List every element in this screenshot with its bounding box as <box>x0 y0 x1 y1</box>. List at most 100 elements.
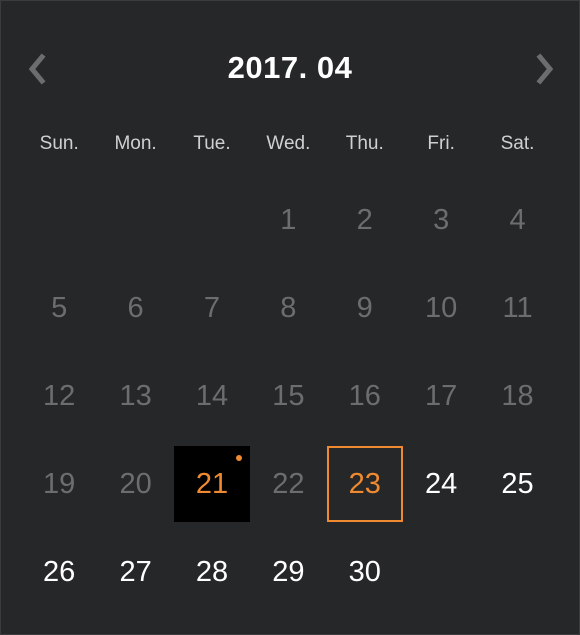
day-19-button[interactable]: 19 <box>21 446 97 522</box>
day-cell: 22 <box>250 440 326 528</box>
day-number: 23 <box>348 467 381 500</box>
day-number: 7 <box>203 291 221 324</box>
day-2-button[interactable]: 2 <box>327 182 403 258</box>
day-13-button[interactable]: 13 <box>98 358 174 434</box>
day-23-button[interactable]: 23 <box>326 446 403 522</box>
day-5-button[interactable]: 5 <box>21 270 97 346</box>
day-number: 4 <box>509 203 526 236</box>
day-cell: 7 <box>174 264 250 352</box>
day-22-button[interactable]: 22 <box>250 446 326 522</box>
day-number: 14 <box>195 379 229 412</box>
day-cell: 24 <box>403 440 479 528</box>
weekday-header-row: Sun. Mon. Tue. Wed. Thu. Fri. Sat. <box>21 132 556 156</box>
day-number: 27 <box>119 555 152 588</box>
day-number: 20 <box>119 467 152 500</box>
day-number: 6 <box>127 291 144 324</box>
day-number: 13 <box>119 379 152 412</box>
day-7-button[interactable]: 7 <box>174 270 250 346</box>
day-18-button[interactable]: 18 <box>480 358 556 434</box>
day-number: 22 <box>272 467 305 500</box>
day-number: 11 <box>502 291 533 324</box>
day-cell: 25 <box>479 440 555 528</box>
day-8-button[interactable]: 8 <box>250 270 326 346</box>
next-month-button[interactable] <box>525 49 565 89</box>
day-1-button[interactable]: 1 <box>250 182 326 258</box>
day-number: 25 <box>501 467 534 500</box>
day-15-button[interactable]: 15 <box>250 358 326 434</box>
day-28-button[interactable]: 28 <box>174 534 250 610</box>
day-9-button[interactable]: 9 <box>327 270 403 346</box>
day-cell: 13 <box>97 352 173 440</box>
day-20-button[interactable]: 20 <box>98 446 174 522</box>
day-3-button[interactable]: 3 <box>403 182 479 258</box>
day-cell: 4 <box>479 176 555 264</box>
day-11-button[interactable]: 11 <box>480 270 556 346</box>
day-cell: 8 <box>250 264 326 352</box>
event-dot-indicator <box>235 455 242 461</box>
day-cell: 18 <box>479 352 555 440</box>
weekday-label: Sun. <box>39 133 79 154</box>
day-cell: 2 <box>327 176 403 264</box>
day-number: 26 <box>43 555 76 588</box>
day-number: 3 <box>433 203 450 236</box>
day-cell: 15 <box>250 352 326 440</box>
day-cell: 29 <box>250 528 326 616</box>
day-cell: 23 <box>326 440 403 528</box>
day-number: 17 <box>425 379 458 412</box>
day-number: 5 <box>51 291 68 324</box>
day-number: 8 <box>280 291 297 324</box>
day-cell: 26 <box>21 528 97 616</box>
day-number: 19 <box>43 467 76 500</box>
day-cell: 1 <box>250 176 326 264</box>
day-cell: 19 <box>21 440 97 528</box>
day-17-button[interactable]: 17 <box>403 358 479 434</box>
weekday-label: Fri. <box>427 133 455 154</box>
day-cell: 20 <box>97 440 173 528</box>
day-30-button[interactable]: 30 <box>327 534 403 610</box>
day-cell: 21 <box>173 440 250 528</box>
day-14-button[interactable]: 14 <box>174 358 250 434</box>
day-cell: 27 <box>97 528 173 616</box>
empty-day-cell <box>97 176 173 264</box>
empty-day-cell <box>21 176 97 264</box>
day-25-button[interactable]: 25 <box>480 446 556 522</box>
day-16-button[interactable]: 16 <box>327 358 403 434</box>
day-cell: 11 <box>479 264 555 352</box>
weekday-label: Mon. <box>114 133 157 154</box>
day-number: 1 <box>280 203 297 236</box>
day-24-button[interactable]: 24 <box>403 446 479 522</box>
day-number: 30 <box>348 555 381 588</box>
chevron-right-icon <box>536 53 554 85</box>
day-number: 18 <box>501 379 534 412</box>
weekday-label: Tue. <box>193 133 231 154</box>
day-number: 28 <box>195 555 229 588</box>
day-4-button[interactable]: 4 <box>480 182 556 258</box>
day-cell: 5 <box>21 264 97 352</box>
day-cell: 10 <box>403 264 479 352</box>
day-cell: 6 <box>97 264 173 352</box>
day-number: 29 <box>272 555 305 588</box>
day-12-button[interactable]: 12 <box>21 358 97 434</box>
day-number: 9 <box>356 291 373 324</box>
calendar: 2017. 04 Sun. Mon. Tue. Wed. Thu. Fri. Sat. 12… <box>0 0 580 635</box>
day-grid: 1 2 3 4 5 6 7 8 9 10 11 12 13 14 15 16 17 18 19 20 21 22 23 24 2… <box>21 176 556 616</box>
day-cell: 9 <box>327 264 403 352</box>
day-number: 16 <box>348 379 381 412</box>
day-cell: 12 <box>21 352 97 440</box>
day-21-button[interactable]: 21 <box>173 446 250 522</box>
day-number: 24 <box>425 467 458 500</box>
weekday-label: Thu. <box>345 133 384 154</box>
day-27-button[interactable]: 27 <box>98 534 174 610</box>
day-cell: 17 <box>403 352 479 440</box>
day-29-button[interactable]: 29 <box>250 534 326 610</box>
day-number: 15 <box>272 379 305 412</box>
day-10-button[interactable]: 10 <box>403 270 479 346</box>
weekday-label: Wed. <box>266 133 311 154</box>
day-number: 10 <box>425 291 458 324</box>
day-26-button[interactable]: 26 <box>21 534 97 610</box>
calendar-header: 2017. 04 <box>1 1 579 137</box>
day-cell: 14 <box>174 352 250 440</box>
day-6-button[interactable]: 6 <box>98 270 174 346</box>
day-cell: 3 <box>403 176 479 264</box>
day-number: 12 <box>43 379 76 412</box>
